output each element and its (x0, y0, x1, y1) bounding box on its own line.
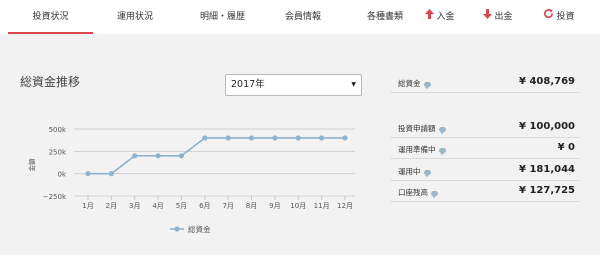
tab-member-info[interactable]: 会員情報 (268, 0, 338, 34)
year-select-value: 2017年 (231, 79, 265, 90)
x-tick-label: 5月 (176, 202, 187, 210)
data-point (295, 135, 301, 141)
summary-row-total: 総資金 ¥ 408,769 (390, 73, 580, 93)
series-line (88, 137, 345, 175)
summary-row-applied: 投資申請額 ¥ 100,000 (390, 118, 580, 138)
x-tick-label: 4月 (152, 202, 163, 210)
summary-value: ¥ 0 (557, 142, 575, 153)
x-tick-label: 8月 (246, 202, 257, 210)
summary-value: ¥ 127,725 (519, 185, 575, 196)
year-select[interactable]: 2017年 ▼ (225, 74, 362, 96)
x-tick-label: 10月 (290, 202, 306, 210)
data-point (155, 153, 161, 159)
summary-value: ¥ 408,769 (519, 76, 575, 87)
data-point (272, 135, 278, 141)
summary-label: 投資申請額 (398, 123, 446, 134)
data-point (319, 135, 325, 141)
tab-label: 運用状況 (116, 12, 153, 22)
data-point (248, 135, 255, 141)
summary-value: ¥ 100,000 (519, 121, 575, 132)
comment-icon[interactable] (431, 190, 438, 198)
y-axis-label: 金額 (27, 158, 36, 172)
asset-trend-chart: −250k 0k 250k 500k 金額 1月 2月 3月 4月 5月 6月 7月 8月 9月 10月 11… (27, 126, 355, 234)
comment-icon[interactable] (423, 169, 431, 177)
x-tick-label: 9月 (269, 202, 280, 210)
x-tick-label: 2月 (106, 202, 117, 210)
y-tick-label: 500k (49, 126, 67, 134)
data-point (342, 135, 348, 141)
summary-row-operating: 運用中 ¥ 181,044 (390, 161, 580, 181)
summary-panel: 総資金 ¥ 408,769 投資申請額 ¥ 100,000 運用準備中 ¥ 0 … (390, 0, 600, 255)
chart-title: 総資金推移 (20, 75, 81, 89)
summary-label: 口座残高 (398, 187, 438, 198)
tab-operation-status[interactable]: 運用状況 (100, 0, 170, 34)
x-tick-label: 1月 (82, 202, 93, 210)
data-point (225, 135, 231, 141)
x-tick-label: 6月 (199, 202, 210, 210)
summary-row-balance: 口座残高 ¥ 127,725 (390, 182, 580, 202)
summary-value: ¥ 181,044 (519, 164, 575, 175)
data-point (108, 171, 114, 177)
x-tick-label: 3月 (129, 202, 140, 210)
summary-label: 運用中 (398, 166, 431, 177)
summary-label: 総資金 (398, 78, 431, 89)
tab-statement-history[interactable]: 明細・履歴 (185, 0, 260, 34)
summary-label: 運用準備中 (398, 144, 446, 155)
comment-icon[interactable] (438, 126, 446, 134)
y-tick-label: 250k (49, 148, 67, 156)
legend-label: 総資金 (188, 224, 211, 234)
y-tick-label: 0k (57, 171, 66, 179)
tab-investment-status[interactable]: 投資状況 (8, 0, 93, 34)
comment-icon[interactable] (423, 81, 431, 89)
chevron-down-icon: ▼ (351, 81, 356, 88)
tab-label: 投資状況 (32, 12, 69, 22)
x-tick-label: 11月 (314, 202, 330, 210)
summary-row-preparing: 運用準備中 ¥ 0 (390, 139, 580, 159)
legend-swatch-marker (174, 226, 180, 232)
comment-icon[interactable] (438, 147, 446, 155)
x-tick-label: 7月 (222, 202, 233, 210)
y-tick-label: −250k (43, 193, 67, 201)
data-point (178, 153, 185, 159)
data-point (85, 171, 91, 177)
tab-label: 明細・履歴 (199, 12, 245, 22)
tab-label: 会員情報 (284, 12, 321, 22)
data-point (202, 135, 208, 141)
data-point (132, 153, 138, 159)
x-tick-label: 12月 (337, 202, 353, 210)
